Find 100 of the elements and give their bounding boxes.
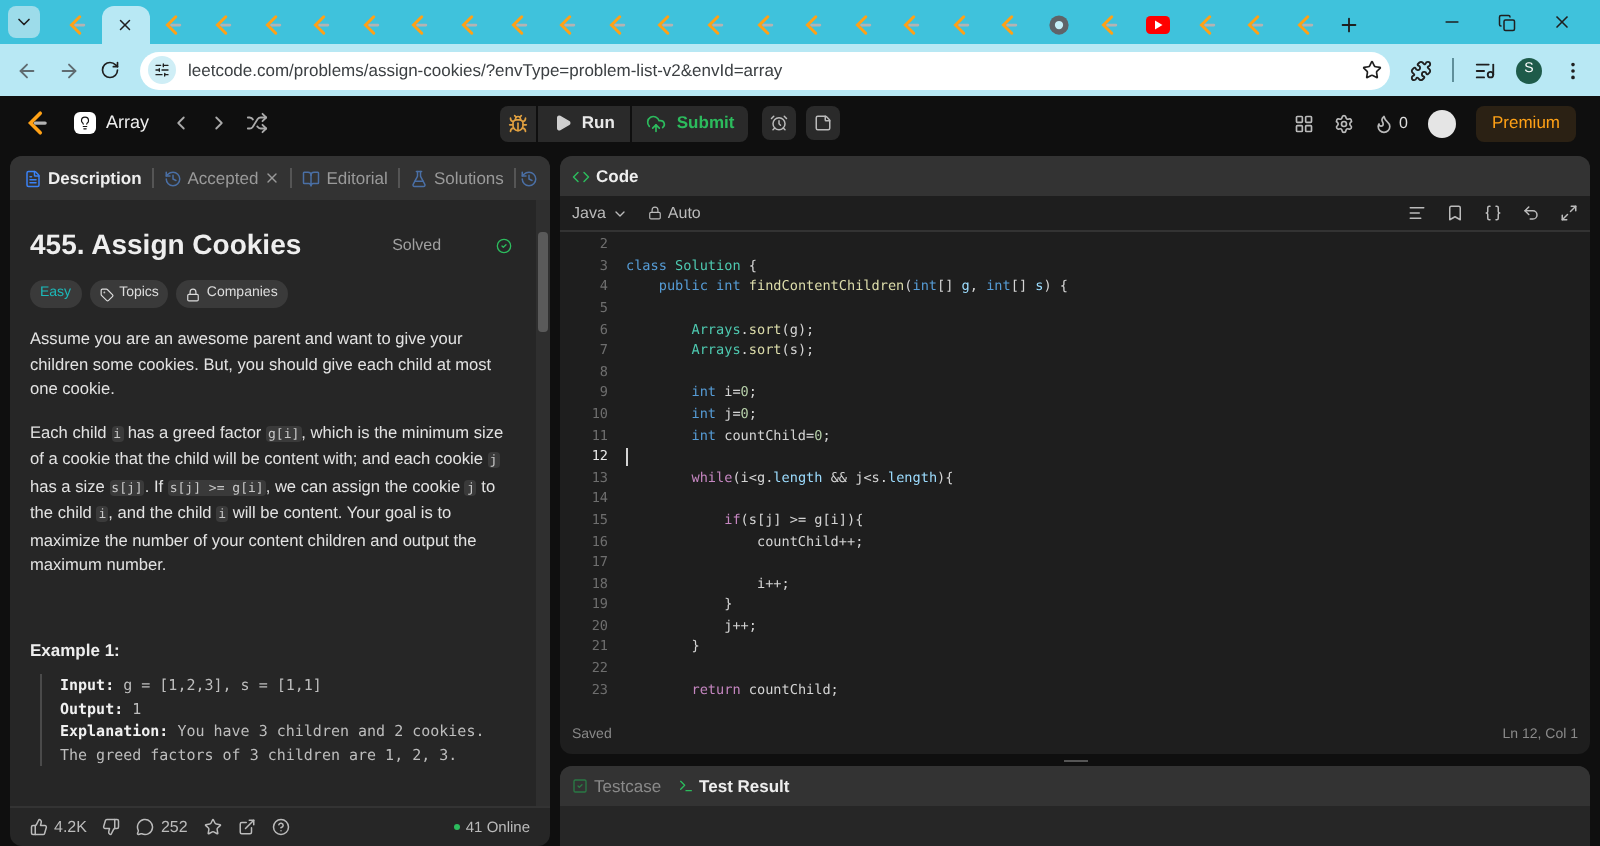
forward-icon[interactable] [58, 59, 80, 81]
play-icon [1145, 16, 1170, 34]
panel-title: Code [596, 163, 639, 189]
code-bracket-icon [703, 14, 726, 36]
panel-tab[interactable]: Accepted [157, 165, 287, 191]
lock-icon [186, 287, 201, 301]
description-paragraph: Assume you are an awesome parent and want to give your children some cookies. But, you should give each child at most one cookie. [30, 326, 494, 401]
site-info-button[interactable] [148, 56, 176, 84]
streak-count: 0 [1399, 111, 1408, 135]
solved-status: Solved [392, 233, 442, 257]
book-icon [302, 169, 321, 187]
language-select[interactable]: Java [572, 201, 628, 225]
bug-icon [507, 113, 528, 133]
note-icon [814, 114, 833, 132]
thumbs-up-icon [30, 818, 48, 836]
panel-tab[interactable]: Description [18, 165, 148, 191]
help-icon[interactable] [271, 818, 290, 836]
comments-button[interactable]: 252 [136, 815, 188, 839]
document-icon [24, 169, 42, 187]
panel-tab[interactable]: Editorial [296, 165, 394, 191]
flame-icon[interactable] [1373, 113, 1394, 133]
user-avatar[interactable] [1428, 109, 1456, 137]
code-bracket-icon [1195, 14, 1218, 36]
braces-icon[interactable] [1484, 204, 1502, 222]
check-circle-icon [496, 237, 512, 253]
extensions-icon[interactable] [1410, 59, 1432, 81]
settings-icon[interactable] [1333, 113, 1354, 133]
close-icon[interactable] [1552, 12, 1572, 32]
url-text: leetcode.com/problems/assign-cookies/?envType=problem-list-v2&envId=array [188, 57, 783, 83]
expand-icon[interactable] [1560, 204, 1578, 222]
code-bracket-icon [359, 14, 382, 36]
submit-button[interactable]: Submit [632, 105, 749, 141]
problem-title: 455. Assign Cookies [30, 226, 302, 264]
code-bracket-icon [802, 14, 825, 36]
code-bracket-icon [753, 14, 776, 36]
text-cursor [626, 447, 628, 466]
globe-icon [1048, 14, 1071, 36]
code-bracket-icon [162, 14, 185, 36]
code-bracket-icon [605, 14, 628, 36]
code-bracket-icon [211, 14, 234, 36]
panel-tab[interactable]: Solutions [403, 165, 510, 191]
scrollbar[interactable] [536, 200, 550, 806]
cloud-upload-icon [646, 113, 667, 133]
code-bracket-icon [998, 14, 1021, 36]
premium-button[interactable]: Premium [1476, 105, 1577, 141]
layout-icon[interactable] [1293, 113, 1314, 133]
history-icon[interactable] [519, 169, 538, 187]
example-title: Example 1: [30, 637, 122, 663]
auto-mode[interactable]: Auto [647, 201, 701, 225]
timer-button[interactable] [762, 106, 797, 140]
terminal-icon [677, 778, 694, 794]
code-bracket-icon [261, 14, 284, 36]
checkbox-icon [572, 778, 588, 794]
code-bracket-icon [556, 14, 579, 36]
close-icon[interactable] [116, 16, 135, 34]
code-bracket-icon [654, 14, 677, 36]
code-bracket-icon [1244, 14, 1267, 36]
code-bracket-icon [507, 14, 530, 36]
code-icon [572, 167, 590, 185]
play-icon [553, 114, 572, 132]
format-icon[interactable] [1408, 204, 1426, 222]
run-button[interactable]: Run [537, 105, 631, 141]
code-bracket-icon [457, 14, 480, 36]
bulb-icon [78, 116, 92, 130]
problem-list-button[interactable]: Array [74, 109, 150, 137]
code-bracket-icon [65, 14, 88, 36]
debug-button[interactable] [499, 105, 536, 141]
reset-icon[interactable] [1522, 204, 1540, 222]
code-bracket-icon [900, 14, 923, 36]
logo-icon [24, 110, 50, 136]
sliders-icon [154, 62, 170, 78]
code-bracket-icon [1294, 14, 1317, 36]
back-icon[interactable] [16, 59, 38, 81]
address-bar[interactable]: leetcode.com/problems/assign-cookies/?envType=problem-list-v2&envId=array [140, 51, 1390, 89]
flask-icon [409, 169, 428, 187]
alarm-clock-icon [770, 114, 789, 132]
speech-bubble-icon [136, 818, 155, 836]
thumbs-down-icon[interactable] [102, 818, 121, 836]
media-icon[interactable] [1474, 59, 1496, 81]
panel-tab[interactable]: Testcase [572, 773, 662, 799]
new-tab-icon[interactable] [1338, 14, 1361, 36]
lock-icon [647, 206, 662, 220]
panel-tab[interactable]: Test Result [677, 773, 790, 799]
notes-button[interactable] [806, 106, 841, 140]
star-icon[interactable] [203, 818, 222, 836]
reload-icon[interactable] [100, 60, 120, 80]
bookmark-star-icon[interactable] [1362, 60, 1382, 80]
share-icon[interactable] [237, 818, 256, 836]
shuffle-icon[interactable] [245, 112, 268, 134]
code-bracket-icon [949, 14, 972, 36]
like-button[interactable]: 4.2K [30, 815, 87, 839]
code-bracket-icon [851, 14, 874, 36]
restore-icon[interactable] [1498, 13, 1516, 31]
code-bracket-icon [1097, 14, 1120, 36]
tab-list-button[interactable] [8, 6, 40, 38]
code-bracket-icon [408, 14, 431, 36]
code-bracket-icon [310, 14, 333, 36]
bookmark-icon[interactable] [1446, 204, 1464, 222]
history-icon [163, 169, 182, 187]
tag-icon [99, 287, 114, 301]
